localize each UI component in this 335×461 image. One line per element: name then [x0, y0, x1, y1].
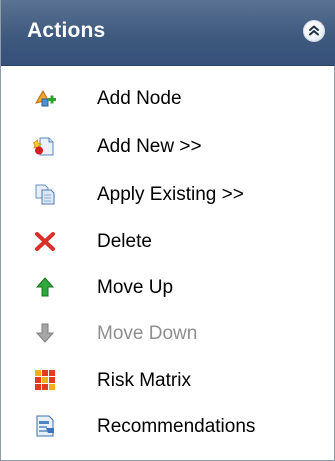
- action-label: Move Up: [97, 277, 174, 298]
- action-label: Add Node: [97, 88, 182, 109]
- panel-title: Actions: [27, 19, 106, 42]
- action-add-new[interactable]: Add New >>: [1, 124, 334, 168]
- action-label: Risk Matrix: [97, 370, 191, 391]
- panel-header: Actions: [1, 0, 335, 66]
- action-delete[interactable]: Delete: [1, 219, 334, 263]
- action-label: Apply Existing >>: [97, 184, 244, 205]
- collapse-button[interactable]: [303, 20, 325, 42]
- action-risk-matrix[interactable]: Risk Matrix: [1, 358, 334, 402]
- red-x-delete-icon: [35, 232, 55, 251]
- action-label: Recommendations: [97, 416, 256, 437]
- gray-arrow-down-icon: [35, 323, 55, 343]
- copy-documents-icon: [35, 184, 55, 205]
- add-node-icon: [34, 89, 56, 107]
- action-recommendations[interactable]: Recommendations: [1, 404, 334, 448]
- action-label: Move Down: [97, 323, 198, 344]
- actions-panel: Actions Add Node Add New >> Apply Existi…: [0, 0, 335, 461]
- action-move-up[interactable]: Move Up: [1, 265, 334, 309]
- add-new-document-icon: [33, 137, 54, 156]
- green-arrow-up-icon: [35, 277, 55, 297]
- action-label: Add New >>: [97, 136, 202, 157]
- risk-matrix-grid-icon: [35, 370, 55, 390]
- action-add-node[interactable]: Add Node: [1, 76, 334, 120]
- double-chevron-up-icon: [309, 25, 319, 36]
- action-apply-existing[interactable]: Apply Existing >>: [1, 172, 334, 216]
- recommendations-document-icon: [36, 415, 54, 437]
- action-move-down[interactable]: Move Down: [1, 311, 334, 355]
- action-label: Delete: [97, 231, 152, 252]
